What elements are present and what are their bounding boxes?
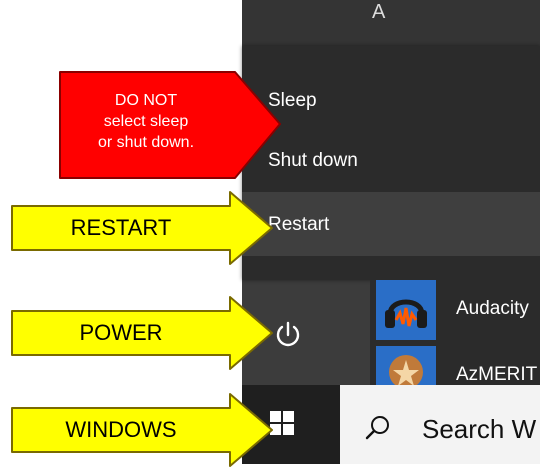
search-placeholder-text: Search W bbox=[422, 414, 537, 444]
restart-option[interactable]: Restart bbox=[242, 192, 540, 256]
power-callout-arrow: POWER bbox=[0, 295, 280, 375]
warning-line-3: or shut down. bbox=[97, 134, 195, 151]
warning-callout: DO NOT select sleep or shut down. bbox=[0, 0, 290, 200]
restart-callout-label: RESTART bbox=[70, 215, 172, 240]
windows-callout-label: WINDOWS bbox=[65, 417, 177, 442]
windows-callout-arrow: WINDOWS bbox=[0, 392, 280, 472]
warning-line-1: DO NOT bbox=[114, 92, 178, 109]
search-icon bbox=[365, 414, 391, 440]
power-callout-label: POWER bbox=[79, 320, 163, 345]
warning-line-2: select sleep bbox=[103, 113, 189, 130]
app-list-letter-heading[interactable]: A bbox=[372, 0, 385, 24]
app-list-item-audacity[interactable]: Audacity bbox=[370, 280, 540, 346]
warning-callout-text: DO NOT select sleep or shut down. bbox=[62, 90, 230, 153]
restart-callout-arrow: RESTART bbox=[0, 190, 280, 270]
azmerit-label: AzMERIT bbox=[456, 364, 538, 385]
app-list: Audacity AzMERIT bbox=[370, 280, 540, 406]
audacity-label: Audacity bbox=[456, 298, 529, 319]
audacity-icon bbox=[376, 280, 436, 340]
